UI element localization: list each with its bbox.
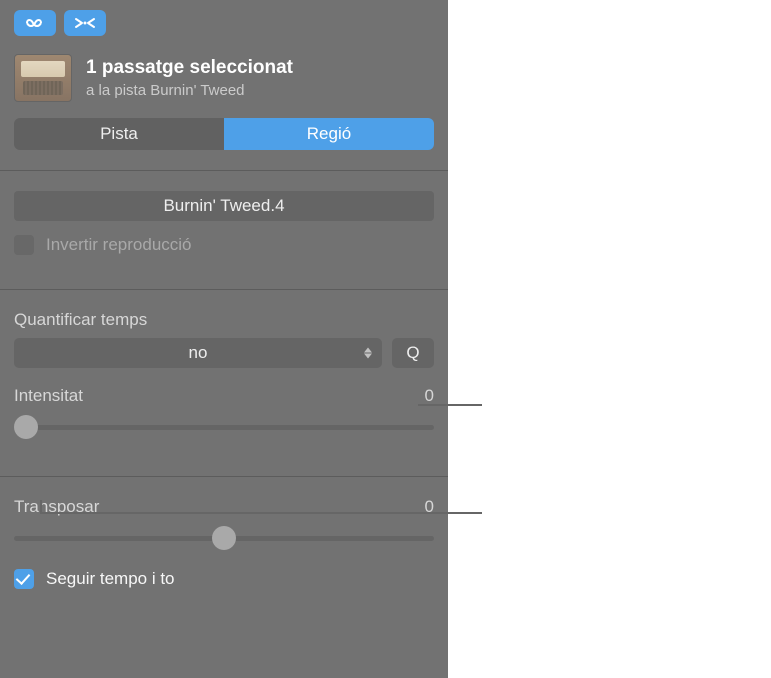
reverse-playback-label: Invertir reproducció [46, 235, 192, 255]
loop-icon [23, 16, 47, 30]
merge-icon [73, 16, 97, 30]
follow-tempo-checkbox[interactable] [14, 569, 34, 589]
quantize-section: Quantificar temps no Q Intensitat 0 [0, 290, 448, 456]
callout-line [418, 404, 482, 406]
callout-line [40, 512, 482, 514]
reverse-playback-row[interactable]: Invertir reproducció [14, 235, 434, 255]
transpose-label: Transposar [14, 497, 99, 517]
merge-icon-button[interactable] [64, 10, 106, 36]
quantize-select[interactable]: no [14, 338, 382, 368]
region-inspector-panel: 1 passatge seleccionat a la pista Burnin… [0, 0, 448, 678]
transpose-section: Transposar 0 [0, 477, 448, 559]
transpose-value: 0 [425, 497, 434, 517]
callout-line [40, 500, 42, 514]
track-thumbnail [14, 54, 72, 102]
track-region-toggle: Pista Regió [14, 118, 434, 150]
reverse-playback-checkbox[interactable] [14, 235, 34, 255]
follow-tempo-row[interactable]: Seguir tempo i to [0, 569, 448, 603]
intensity-value: 0 [425, 386, 434, 406]
quantize-apply-button[interactable]: Q [392, 338, 434, 368]
selection-title: 1 passatge seleccionat [86, 57, 293, 79]
tab-region[interactable]: Regió [224, 118, 434, 150]
loop-icon-button[interactable] [14, 10, 56, 36]
quantize-label: Quantificar temps [14, 310, 434, 330]
region-name-input[interactable]: Burnin' Tweed.4 [14, 191, 434, 221]
intensity-label: Intensitat [14, 386, 83, 406]
selection-subtitle: a la pista Burnin' Tweed [86, 82, 293, 99]
chevron-updown-icon [364, 348, 372, 359]
inspector-toolbar [0, 10, 448, 46]
quantize-value: no [189, 343, 208, 363]
transpose-slider[interactable] [14, 523, 434, 553]
region-header: 1 passatge seleccionat a la pista Burnin… [0, 46, 448, 112]
tab-track[interactable]: Pista [14, 118, 224, 150]
intensity-slider[interactable] [14, 412, 434, 442]
slider-thumb[interactable] [14, 415, 38, 439]
region-name-section: Burnin' Tweed.4 Invertir reproducció [0, 171, 448, 269]
slider-track [14, 425, 434, 430]
follow-tempo-label: Seguir tempo i to [46, 569, 175, 589]
slider-thumb[interactable] [212, 526, 236, 550]
